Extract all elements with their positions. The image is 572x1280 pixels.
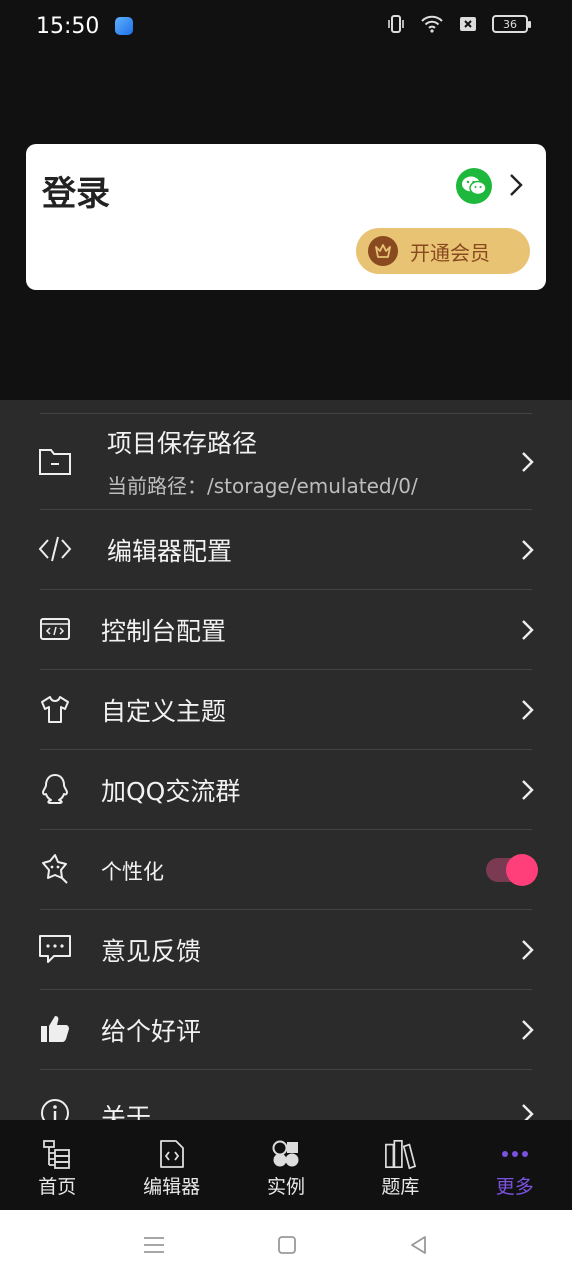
chevron-right-icon bbox=[522, 452, 534, 472]
menu-icon[interactable] bbox=[143, 1235, 165, 1255]
save-path-label: 项目保存路径 bbox=[107, 429, 258, 458]
personalize-label: 个性化 bbox=[101, 860, 164, 884]
chat-bubble-icon bbox=[38, 932, 72, 966]
nav-more[interactable]: 更多 bbox=[458, 1120, 572, 1210]
settings-item-qq-group[interactable]: 加QQ交流群 bbox=[0, 750, 572, 829]
settings-item-rate[interactable]: 给个好评 bbox=[0, 990, 572, 1069]
chevron-right-icon bbox=[522, 1020, 534, 1040]
status-time: 15:50 bbox=[36, 13, 100, 39]
vibrate-icon bbox=[388, 15, 404, 33]
battery-icon: 36 bbox=[492, 15, 531, 33]
bottom-nav: 首页 编辑器 实例 题库 更多 bbox=[0, 1120, 572, 1210]
settings-item-console-config[interactable]: 控制台配置 bbox=[0, 590, 572, 669]
nav-questions[interactable]: 题库 bbox=[343, 1120, 457, 1210]
chevron-right-icon[interactable] bbox=[506, 172, 526, 198]
chevron-right-icon bbox=[522, 1104, 534, 1120]
settings-item-feedback[interactable]: 意见反馈 bbox=[0, 910, 572, 989]
chevron-right-icon bbox=[522, 620, 534, 640]
editor-config-label: 编辑器配置 bbox=[107, 537, 233, 566]
sparkle-face-icon bbox=[38, 852, 72, 886]
vip-button[interactable]: 开通会员 bbox=[356, 228, 530, 274]
wechat-icon[interactable] bbox=[456, 168, 492, 204]
nav-editor[interactable]: 编辑器 bbox=[114, 1120, 228, 1210]
chevron-right-icon bbox=[522, 540, 534, 560]
sim-off-icon bbox=[460, 17, 476, 31]
qq-icon bbox=[38, 772, 72, 806]
feedback-label: 意见反馈 bbox=[101, 937, 202, 966]
crown-icon bbox=[368, 236, 398, 266]
custom-theme-label: 自定义主题 bbox=[101, 697, 227, 726]
folder-icon bbox=[38, 444, 72, 478]
info-icon bbox=[38, 1096, 72, 1120]
vip-label: 开通会员 bbox=[410, 240, 490, 265]
code-icon bbox=[38, 532, 72, 566]
nav-more-label: 更多 bbox=[495, 1176, 534, 1198]
about-label: 关于 bbox=[101, 1103, 152, 1120]
nav-home[interactable]: 首页 bbox=[0, 1120, 114, 1210]
login-card[interactable]: 登录 开通会员 bbox=[26, 144, 546, 290]
clover-icon bbox=[270, 1138, 302, 1170]
status-bar: 15:50 36 bbox=[0, 0, 572, 52]
login-title[interactable]: 登录 bbox=[42, 166, 110, 215]
qq-group-label: 加QQ交流群 bbox=[101, 777, 241, 806]
nav-examples[interactable]: 实例 bbox=[229, 1120, 343, 1210]
wifi-icon bbox=[421, 15, 443, 33]
settings-item-save-path[interactable]: 项目保存路径 当前路径：/storage/emulated/0/ bbox=[0, 414, 572, 509]
save-path-value: 当前路径：/storage/emulated/0/ bbox=[107, 474, 418, 498]
tree-icon bbox=[41, 1138, 73, 1170]
chevron-right-icon bbox=[522, 780, 534, 800]
more-dots-icon bbox=[499, 1138, 531, 1170]
toggle-knob[interactable] bbox=[506, 854, 538, 886]
status-icons: 36 bbox=[386, 14, 531, 34]
books-icon bbox=[384, 1138, 417, 1170]
app-notification-icon bbox=[115, 17, 134, 35]
rate-label: 给个好评 bbox=[101, 1017, 202, 1046]
nav-home-label: 首页 bbox=[38, 1176, 77, 1198]
settings-list[interactable]: 项目保存路径 当前路径：/storage/emulated/0/ 编辑器配置 控… bbox=[0, 400, 572, 1120]
chevron-right-icon bbox=[522, 700, 534, 720]
settings-item-editor-config[interactable]: 编辑器配置 bbox=[0, 510, 572, 589]
home-square-icon[interactable] bbox=[277, 1235, 297, 1255]
nav-questions-label: 题库 bbox=[381, 1176, 420, 1198]
back-triangle-icon[interactable] bbox=[409, 1235, 429, 1255]
settings-item-personalize[interactable]: 个性化 bbox=[0, 830, 572, 909]
tshirt-icon bbox=[38, 692, 72, 726]
personalize-toggle[interactable] bbox=[486, 854, 538, 886]
code-file-icon bbox=[156, 1138, 188, 1170]
settings-item-custom-theme[interactable]: 自定义主题 bbox=[0, 670, 572, 749]
nav-editor-label: 编辑器 bbox=[143, 1176, 201, 1198]
console-icon bbox=[38, 612, 72, 646]
nav-examples-label: 实例 bbox=[266, 1176, 305, 1198]
thumbs-up-icon bbox=[38, 1012, 72, 1046]
settings-item-about[interactable]: 关于 bbox=[0, 1070, 572, 1120]
chevron-right-icon bbox=[522, 940, 534, 960]
system-nav-bar bbox=[0, 1210, 572, 1280]
console-config-label: 控制台配置 bbox=[101, 617, 227, 646]
